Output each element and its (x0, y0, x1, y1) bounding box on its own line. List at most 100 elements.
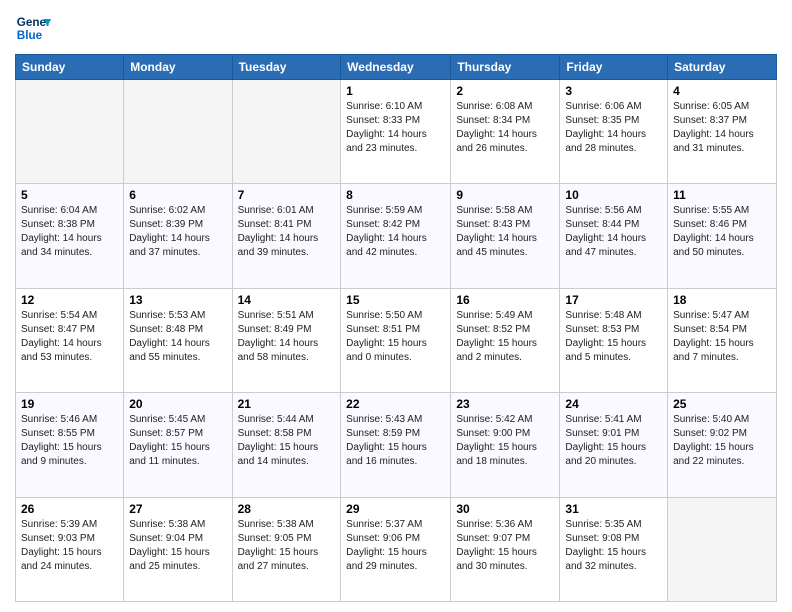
day-info: Sunrise: 6:08 AM Sunset: 8:34 PM Daylight:… (456, 100, 554, 156)
day-number: 5 (21, 188, 118, 202)
header: General Blue (15, 10, 777, 46)
sunset-label: Sunset: 8:39 PM (129, 219, 203, 230)
daylight-label: Daylight: 14 hours and 31 minutes. (673, 129, 754, 154)
daylight-label: Daylight: 15 hours and 22 minutes. (673, 442, 754, 467)
sunrise-label: Sunrise: 6:08 AM (456, 101, 532, 112)
day-number: 7 (238, 188, 336, 202)
daylight-label: Daylight: 14 hours and 26 minutes. (456, 129, 537, 154)
week-row-4: 19 Sunrise: 5:46 AMSunset: 8:55 PMDayligh… (16, 393, 777, 497)
sunset-label: Sunset: 8:42 PM (346, 219, 420, 230)
sunset-label: Sunset: 9:07 PM (456, 533, 530, 544)
daylight-label: Daylight: 15 hours and 11 minutes. (129, 442, 210, 467)
logo-icon: General Blue (15, 10, 51, 46)
day-number: 11 (673, 188, 771, 202)
daylight-label: Daylight: 15 hours and 29 minutes. (346, 547, 427, 572)
daylight-label: Daylight: 14 hours and 47 minutes. (565, 233, 646, 258)
sunset-label: Sunset: 8:34 PM (456, 115, 530, 126)
sunrise-label: Sunrise: 5:38 AM (129, 519, 205, 530)
sunrise-label: Sunrise: 5:39 AM (21, 519, 97, 530)
page: General Blue SundayMondayTuesdayWednesda… (0, 0, 792, 612)
daylight-label: Daylight: 15 hours and 24 minutes. (21, 547, 102, 572)
sunrise-label: Sunrise: 5:35 AM (565, 519, 641, 530)
calendar-cell: 3 Sunrise: 6:06 AMSunset: 8:35 PMDaylight… (560, 80, 668, 184)
day-info: Sunrise: 5:40 AMSunset: 9:02 PMDaylight:… (673, 413, 771, 469)
sunrise-label: Sunrise: 5:45 AM (129, 414, 205, 425)
day-number: 15 (346, 293, 445, 307)
calendar-cell: 6Sunrise: 6:02 AMSunset: 8:39 PMDaylight… (124, 184, 232, 288)
daylight-label: Daylight: 14 hours and 34 minutes. (21, 233, 102, 258)
calendar-cell: 27Sunrise: 5:38 AMSunset: 9:04 PMDayligh… (124, 497, 232, 601)
calendar-cell: 17Sunrise: 5:48 AMSunset: 8:53 PMDayligh… (560, 288, 668, 392)
day-header-wednesday: Wednesday (341, 55, 451, 80)
day-info: Sunrise: 5:36 AMSunset: 9:07 PMDaylight:… (456, 518, 554, 574)
daylight-label: Daylight: 15 hours and 2 minutes. (456, 338, 537, 363)
sunrise-label: Sunrise: 6:01 AM (238, 205, 314, 216)
calendar-cell: 8Sunrise: 5:59 AMSunset: 8:42 PMDaylight… (341, 184, 451, 288)
calendar-cell: 20Sunrise: 5:45 AMSunset: 8:57 PMDayligh… (124, 393, 232, 497)
sunset-label: Sunset: 9:00 PM (456, 428, 530, 439)
week-row-5: 26 Sunrise: 5:39 AMSunset: 9:03 PMDayligh… (16, 497, 777, 601)
day-number: 31 (565, 502, 662, 516)
daylight-label: Daylight: 15 hours and 20 minutes. (565, 442, 646, 467)
day-header-thursday: Thursday (451, 55, 560, 80)
sunrise-label: Sunrise: 5:59 AM (346, 205, 422, 216)
sunset-label: Sunset: 8:54 PM (673, 324, 747, 335)
sunset-label: Sunset: 8:43 PM (456, 219, 530, 230)
calendar-cell: 7Sunrise: 6:01 AMSunset: 8:41 PMDaylight… (232, 184, 341, 288)
daylight-label: Daylight: 15 hours and 27 minutes. (238, 547, 319, 572)
sunset-label: Sunset: 8:47 PM (21, 324, 95, 335)
calendar-cell (232, 80, 341, 184)
day-number: 19 (21, 397, 118, 411)
calendar-cell: 15Sunrise: 5:50 AMSunset: 8:51 PMDayligh… (341, 288, 451, 392)
calendar-cell: 16Sunrise: 5:49 AMSunset: 8:52 PMDayligh… (451, 288, 560, 392)
calendar-cell: 1 Sunrise: 6:10 AMSunset: 8:33 PMDaylight… (341, 80, 451, 184)
sunset-label: Sunset: 8:38 PM (21, 219, 95, 230)
sunrise-label: Sunrise: 6:10 AM (346, 101, 422, 112)
sunset-label: Sunset: 8:41 PM (238, 219, 312, 230)
daylight-label: Daylight: 15 hours and 32 minutes. (565, 547, 646, 572)
day-number: 25 (673, 397, 771, 411)
day-number: 26 (21, 502, 118, 516)
day-info: Sunrise: 5:39 AMSunset: 9:03 PMDaylight:… (21, 518, 118, 574)
day-number: 1 (346, 84, 445, 98)
day-info: Sunrise: 5:43 AMSunset: 8:59 PMDaylight:… (346, 413, 445, 469)
sunset-label: Sunset: 8:46 PM (673, 219, 747, 230)
sunset-label: Sunset: 9:06 PM (346, 533, 420, 544)
daylight-label: Daylight: 14 hours and 50 minutes. (673, 233, 754, 258)
calendar-cell: 28Sunrise: 5:38 AMSunset: 9:05 PMDayligh… (232, 497, 341, 601)
sunset-label: Sunset: 9:05 PM (238, 533, 312, 544)
calendar-cell: 9Sunrise: 5:58 AMSunset: 8:43 PMDaylight… (451, 184, 560, 288)
calendar-cell: 10Sunrise: 5:56 AMSunset: 8:44 PMDayligh… (560, 184, 668, 288)
sunset-label: Sunset: 8:57 PM (129, 428, 203, 439)
sunset-label: Sunset: 8:44 PM (565, 219, 639, 230)
sunset-label: Sunset: 8:55 PM (21, 428, 95, 439)
day-number: 24 (565, 397, 662, 411)
day-info: Sunrise: 5:56 AMSunset: 8:44 PMDaylight:… (565, 204, 662, 260)
day-info: Sunrise: 6:10 AMSunset: 8:33 PMDaylight:… (346, 100, 445, 156)
day-number: 27 (129, 502, 226, 516)
sunset-label: Sunset: 8:53 PM (565, 324, 639, 335)
day-header-sunday: Sunday (16, 55, 124, 80)
calendar-cell: 12Sunrise: 5:54 AMSunset: 8:47 PMDayligh… (16, 288, 124, 392)
calendar-cell: 18Sunrise: 5:47 AMSunset: 8:54 PMDayligh… (668, 288, 777, 392)
day-number: 3 (565, 84, 662, 98)
day-info: Sunrise: 5:46 AMSunset: 8:55 PMDaylight:… (21, 413, 118, 469)
day-info: Sunrise: 5:37 AMSunset: 9:06 PMDaylight:… (346, 518, 445, 574)
day-header-saturday: Saturday (668, 55, 777, 80)
day-info: Sunrise: 6:04 AMSunset: 8:38 PMDaylight:… (21, 204, 118, 260)
sunset-label: Sunset: 8:48 PM (129, 324, 203, 335)
calendar-cell: 25 Sunrise: 5:40 AMSunset: 9:02 PMDayligh… (668, 393, 777, 497)
daylight-label: Daylight: 15 hours and 30 minutes. (456, 547, 537, 572)
day-number: 22 (346, 397, 445, 411)
daylight-label: Daylight: 15 hours and 0 minutes. (346, 338, 427, 363)
day-info: Sunrise: 5:41 AMSunset: 9:01 PMDaylight:… (565, 413, 662, 469)
sunrise-label: Sunrise: 6:02 AM (129, 205, 205, 216)
sunset-label: Sunset: 8:52 PM (456, 324, 530, 335)
day-number: 21 (238, 397, 336, 411)
day-info: Sunrise: 6:06 AMSunset: 8:35 PMDaylight:… (565, 100, 662, 156)
logo: General Blue (15, 10, 51, 46)
daylight-label: Daylight: 14 hours and 53 minutes. (21, 338, 102, 363)
day-number: 9 (456, 188, 554, 202)
calendar-cell: 11Sunrise: 5:55 AMSunset: 8:46 PMDayligh… (668, 184, 777, 288)
day-info: Sunrise: 6:02 AMSunset: 8:39 PMDaylight:… (129, 204, 226, 260)
